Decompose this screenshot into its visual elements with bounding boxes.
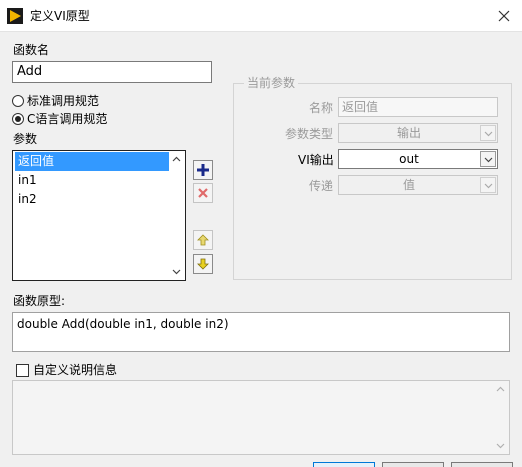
prototype-label: 函数原型:: [13, 294, 66, 308]
chevron-up-icon[interactable]: [172, 155, 181, 164]
list-item[interactable]: in2: [15, 190, 170, 209]
chevron-down-icon[interactable]: [480, 177, 496, 193]
list-item[interactable]: 返回值: [15, 152, 170, 171]
arrow-down-icon: [197, 258, 209, 270]
param-type-label: 参数类型: [285, 127, 334, 141]
window-title: 定义VI原型: [30, 9, 90, 23]
description-textarea[interactable]: [12, 380, 510, 455]
radio-button[interactable]: [12, 95, 24, 107]
plus-icon: [197, 164, 209, 176]
pass-select[interactable]: 值: [338, 175, 498, 195]
prototype-display: double Add(double in1, double in2): [12, 312, 510, 352]
function-name-label: 函数名: [13, 43, 50, 57]
vi-output-value: out: [399, 152, 419, 166]
chevron-down-icon[interactable]: [480, 125, 496, 141]
param-name-label: 名称: [309, 101, 334, 115]
labview-vi-icon: [7, 8, 23, 24]
radio-button-selected[interactable]: [12, 113, 24, 125]
param-type-select[interactable]: 输出: [338, 123, 498, 143]
list-item[interactable]: in1: [15, 171, 170, 190]
description-scrollbar[interactable]: [493, 381, 509, 454]
pass-label: 传递: [309, 179, 334, 193]
pass-value: 值: [402, 178, 415, 192]
help-button[interactable]: [451, 462, 513, 467]
list-scrollbar[interactable]: [169, 151, 185, 280]
delete-parameter-button[interactable]: [193, 183, 213, 203]
param-type-value: 输出: [396, 126, 421, 140]
cancel-button[interactable]: [382, 462, 444, 467]
chevron-down-icon[interactable]: [172, 267, 181, 276]
ok-button[interactable]: [313, 462, 375, 467]
radio-label-c: C语言调用规范: [27, 112, 108, 126]
add-parameter-button[interactable]: [193, 160, 213, 180]
close-icon: [498, 10, 510, 22]
current-parameter-title: 当前参数: [244, 75, 299, 91]
arrow-up-icon: [197, 234, 209, 246]
vi-output-select[interactable]: out: [338, 149, 498, 169]
param-name-field[interactable]: 返回值: [338, 97, 498, 117]
custom-description-label: 自定义说明信息: [33, 363, 118, 377]
close-button[interactable]: [488, 1, 520, 31]
radio-label-standard: 标准调用规范: [27, 94, 100, 108]
move-down-button[interactable]: [193, 254, 213, 274]
chevron-up-icon[interactable]: [496, 385, 505, 394]
custom-description-toggle[interactable]: 自定义说明信息: [16, 362, 117, 378]
custom-description-checkbox[interactable]: [16, 363, 29, 377]
function-name-input[interactable]: Add: [12, 61, 212, 83]
radio-c-call[interactable]: C语言调用规范: [12, 111, 107, 127]
vi-output-label: VI输出: [298, 153, 334, 167]
chevron-down-icon[interactable]: [496, 441, 505, 450]
delete-x-icon: [198, 188, 208, 198]
radio-standard-call[interactable]: 标准调用规范: [12, 93, 99, 109]
move-up-button[interactable]: [193, 230, 213, 250]
chevron-down-icon[interactable]: [480, 151, 496, 167]
parameters-label: 参数: [13, 132, 38, 146]
parameters-list[interactable]: 返回值 in1 in2: [12, 150, 186, 281]
